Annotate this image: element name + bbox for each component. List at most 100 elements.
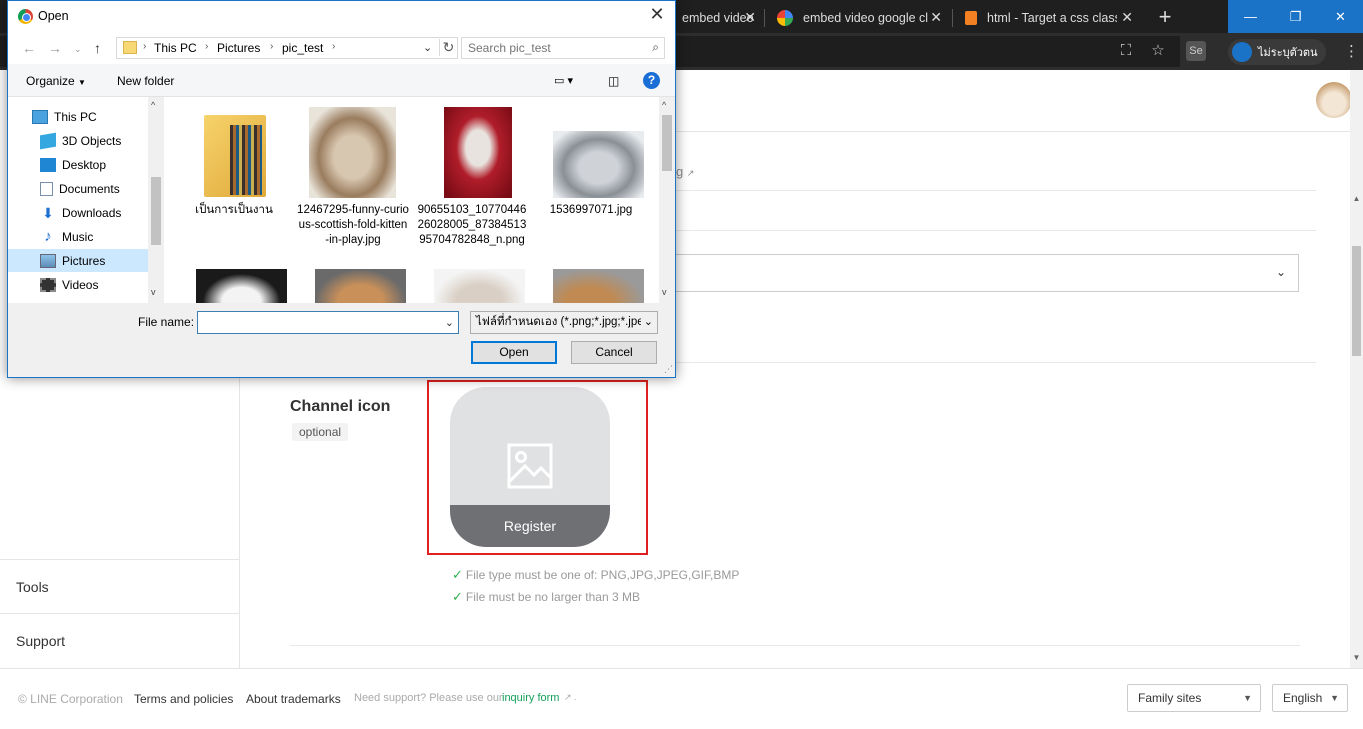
close-window-button[interactable]: ✕ [1318, 0, 1363, 33]
navigation-pane-scrollbar[interactable]: ^ v [148, 97, 164, 303]
kitten-photo-thumbnail[interactable] [434, 269, 525, 303]
scroll-thumb[interactable] [1352, 246, 1361, 356]
tree-item-this-pc[interactable]: This PC [8, 105, 148, 128]
music-icon: ♪ [44, 227, 52, 245]
cube-icon [40, 132, 56, 149]
scroll-down-arrow-icon[interactable]: v [662, 287, 667, 297]
image-file-item[interactable]: 90655103_1077044626028005_87384513957047… [416, 107, 528, 277]
nav-item-tools[interactable]: Tools [0, 559, 239, 613]
help-icon[interactable]: ? [643, 72, 660, 89]
external-link-icon: ↗ . [564, 692, 577, 702]
dialog-search-box[interactable]: ⌕ [461, 37, 665, 59]
breadcrumb-pictures[interactable]: Pictures [217, 41, 260, 55]
up-arrow-icon[interactable]: ↑ [94, 40, 101, 56]
search-input[interactable] [468, 40, 638, 56]
terms-link[interactable]: Terms and policies [134, 692, 233, 706]
image-file-item[interactable]: 1536997071.jpg [535, 107, 647, 237]
tree-label: 3D Objects [62, 133, 122, 148]
forward-arrow-icon[interactable]: → [48, 40, 62, 56]
folder-item[interactable]: เป็นการเป็นงาน [178, 107, 290, 237]
tree-item-desktop[interactable]: Desktop [8, 153, 148, 176]
breadcrumb-pic-test[interactable]: pic_test [282, 41, 323, 55]
tree-label: Music [62, 229, 94, 244]
page-footer: © LINE Corporation Terms and policies Ab… [0, 668, 1363, 729]
incognito-profile-button[interactable]: ไม่ระบุตัวตน [1228, 39, 1326, 65]
translate-icon[interactable]: ⛶ [1116, 41, 1136, 61]
tree-item-downloads[interactable]: ⬇ Downloads [8, 201, 148, 224]
tree-label: This PC [54, 109, 97, 124]
scroll-thumb[interactable] [151, 177, 161, 245]
tree-item-music[interactable]: ♪ Music [8, 225, 148, 248]
scroll-up-arrow-icon[interactable]: ^ [151, 100, 155, 110]
scroll-down-arrow-icon[interactable]: v [151, 287, 156, 297]
breadcrumb-separator: › [332, 41, 336, 52]
refresh-icon[interactable]: ↻ [439, 39, 457, 56]
inquiry-form-link[interactable]: inquiry form [502, 692, 559, 704]
search-icon: ⌕ [652, 40, 659, 54]
restore-button[interactable]: ❐ [1273, 0, 1318, 33]
chevron-down-icon[interactable]: ⌄ [423, 41, 432, 54]
kitten-photo-thumbnail[interactable] [553, 269, 644, 303]
page-scrollbar[interactable]: ▲ ▼ [1350, 70, 1363, 668]
tab-title: embed video [682, 11, 754, 25]
close-icon[interactable]: ✕ [744, 9, 756, 26]
tree-item-documents[interactable]: Documents [8, 177, 148, 200]
incognito-icon [1232, 42, 1252, 62]
user-avatar[interactable] [1316, 82, 1352, 118]
view-options-icon[interactable]: ▭ ▾ [554, 74, 573, 87]
new-tab-icon[interactable]: + [1154, 4, 1176, 30]
tree-label: Documents [59, 181, 120, 196]
scroll-down-arrow-icon[interactable]: ▼ [1350, 653, 1363, 662]
computer-icon [32, 109, 48, 124]
dialog-address-bar[interactable]: › This PC › Pictures › pic_test › ⌄ ↻ [116, 37, 458, 59]
scroll-up-arrow-icon[interactable]: ^ [662, 100, 666, 110]
chevron-down-icon[interactable]: ⌄ [445, 316, 454, 329]
trademarks-link[interactable]: About trademarks [246, 692, 341, 706]
language-select[interactable]: English ▼ [1272, 684, 1348, 712]
family-sites-label: Family sites [1138, 691, 1202, 705]
minimize-button[interactable]: — [1228, 0, 1273, 33]
new-folder-button[interactable]: New folder [117, 74, 174, 88]
dialog-command-bar: Organize ▼ New folder ▭ ▾ ◫ ? [8, 64, 675, 97]
preview-pane-icon[interactable]: ◫ [608, 74, 619, 88]
tab-title: html - Target a css class [987, 11, 1117, 25]
file-name-combobox[interactable]: ⌄ [197, 311, 459, 334]
nav-item-support[interactable]: Support [0, 613, 239, 667]
family-sites-select[interactable]: Family sites ▼ [1127, 684, 1261, 712]
file-name: 90655103_1077044626028005_87384513957047… [417, 204, 527, 246]
resize-grip-icon[interactable]: ⋰ [664, 364, 673, 375]
bookmark-star-icon[interactable]: ☆ [1148, 41, 1168, 61]
external-link[interactable]: g ↗ [676, 164, 694, 179]
category-select[interactable]: ⌄ [676, 254, 1299, 292]
selenium-extension-icon[interactable]: Se [1186, 41, 1206, 61]
tree-item-pictures[interactable]: Pictures [8, 249, 148, 272]
kitten-photo-thumbnail [444, 107, 512, 198]
close-icon[interactable]: ✕ [1121, 9, 1133, 26]
close-icon[interactable]: ✕ [930, 9, 942, 26]
image-file-item[interactable]: 12467295-funny-curious-scottish-fold-kit… [297, 107, 409, 277]
scroll-thumb[interactable] [662, 115, 672, 171]
cancel-button[interactable]: Cancel [571, 341, 657, 364]
tab-embed-video-google[interactable]: embed video google cl ✕ [765, 3, 952, 33]
organize-menu[interactable]: Organize ▼ [26, 74, 86, 88]
breadcrumb-this-pc[interactable]: This PC [154, 41, 197, 55]
file-list: เป็นการเป็นงาน 12467295-funny-curious-sc… [164, 97, 659, 303]
tree-label: Pictures [62, 253, 106, 268]
kitten-photo-thumbnail[interactable] [196, 269, 287, 303]
close-icon[interactable]: ✕ [647, 4, 667, 28]
scroll-up-arrow-icon[interactable]: ▲ [1350, 194, 1363, 203]
browser-menu-icon[interactable]: ⋮ [1344, 38, 1359, 66]
open-button[interactable]: Open [471, 341, 557, 364]
file-type-select[interactable]: ไฟล์ที่กำหนดเอง (*.png;*.jpg;*.jpe ⌄ [470, 311, 658, 334]
recent-locations-chevron-icon[interactable]: ⌄ [74, 44, 82, 55]
dialog-titlebar[interactable]: Open ✕ [8, 1, 675, 32]
channel-icon-upload-button[interactable]: Register [450, 387, 610, 547]
kitten-photo-thumbnail [309, 107, 396, 198]
tab-html-target-css[interactable]: html - Target a css class ✕ [953, 3, 1143, 33]
folder-icon [123, 41, 137, 54]
file-list-scrollbar[interactable]: ^ v [659, 97, 675, 303]
back-arrow-icon[interactable]: ← [22, 40, 36, 56]
tree-item-3d-objects[interactable]: 3D Objects [8, 129, 148, 152]
kitten-photo-thumbnail[interactable] [315, 269, 406, 303]
tree-item-videos[interactable]: Videos [8, 273, 148, 296]
